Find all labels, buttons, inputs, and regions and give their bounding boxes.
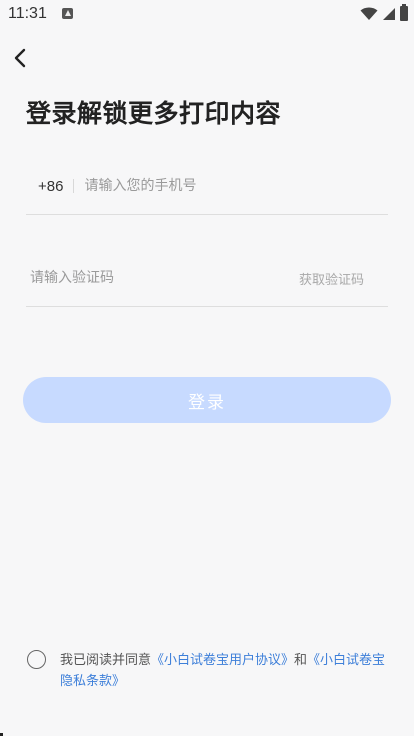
battery-icon <box>400 4 408 21</box>
app-notification-icon <box>62 8 73 19</box>
user-agreement-link[interactable]: 《小白试卷宝用户协议》 <box>151 653 294 668</box>
status-bar: 11:31 <box>0 0 414 28</box>
page-title: 登录解锁更多打印内容 <box>26 99 282 128</box>
code-field-row: 获取验证码 <box>26 250 388 307</box>
agree-checkbox[interactable] <box>27 650 46 669</box>
phone-field-row: +86 <box>26 158 388 215</box>
agreement-section: 我已阅读并同意《小白试卷宝用户协议》和《小白试卷宝隐私条款》 <box>27 650 397 694</box>
agreement-conjunction: 和 <box>294 653 308 668</box>
wifi-icon <box>360 7 378 20</box>
signal-icon <box>383 7 395 20</box>
country-code[interactable]: +86 <box>38 178 63 195</box>
get-code-button[interactable]: 获取验证码 <box>299 269 364 288</box>
login-button[interactable]: 登录 <box>23 377 391 423</box>
divider <box>73 179 75 193</box>
back-button[interactable] <box>8 46 32 70</box>
status-time: 11:31 <box>8 5 47 22</box>
status-icons <box>360 4 408 21</box>
chevron-left-icon <box>14 48 26 68</box>
verification-code-input[interactable] <box>30 266 299 290</box>
agreement-text: 我已阅读并同意《小白试卷宝用户协议》和《小白试卷宝隐私条款》 <box>60 650 394 692</box>
phone-input[interactable] <box>84 174 388 198</box>
agreement-prefix: 我已阅读并同意 <box>60 653 152 668</box>
